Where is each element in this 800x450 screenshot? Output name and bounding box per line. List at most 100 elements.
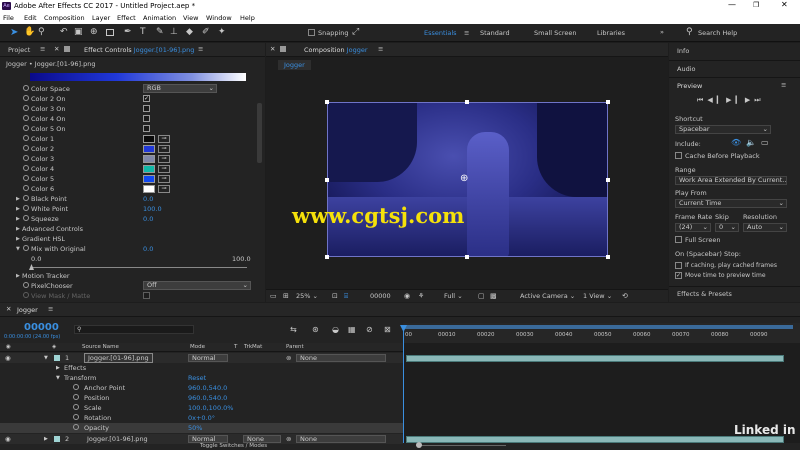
expand-arrow-icon[interactable]: ▶ (16, 196, 20, 202)
lock-icon[interactable] (64, 46, 70, 52)
layer-duration-bar[interactable] (406, 436, 784, 443)
property-value[interactable]: 100.0,100.0% (188, 404, 233, 412)
menu-effect[interactable]: Effect (117, 14, 136, 22)
resize-handle[interactable] (465, 255, 469, 259)
include-video-icon[interactable]: 👁 (731, 138, 741, 147)
color-5-on-checkbox[interactable] (143, 125, 150, 132)
eyedropper-icon[interactable]: ⊸ (158, 165, 170, 173)
snap-options-icon[interactable]: ⤢ (352, 27, 359, 37)
stopwatch-icon[interactable] (23, 105, 29, 111)
menu-file[interactable]: File (3, 14, 14, 22)
pan-behind-tool-icon[interactable]: ⊕ (90, 27, 98, 37)
audio-tab[interactable]: Audio (677, 65, 695, 73)
parent-dropdown[interactable]: None (296, 435, 386, 443)
collapse-arrow-icon[interactable]: ▼ (44, 355, 48, 361)
scrollbar[interactable] (257, 103, 262, 163)
column-mode[interactable]: Mode (190, 344, 205, 350)
views-dropdown[interactable]: 1 View ⌄ (583, 292, 612, 300)
eyedropper-icon[interactable]: ⊸ (158, 175, 170, 183)
menu-edit[interactable]: Edit (24, 14, 37, 22)
column-source-name[interactable]: Source Name (82, 344, 119, 350)
previous-frame-icon[interactable]: ◀▎ (707, 96, 726, 104)
range-dropdown[interactable]: Work Area Extended By Current... (675, 176, 787, 185)
workspace-essentials-menu-icon[interactable]: ≡ (464, 29, 469, 37)
search-icon[interactable]: ⚲ (686, 27, 693, 37)
layer-duration-bar[interactable] (406, 355, 784, 362)
stopwatch-icon[interactable] (73, 414, 79, 420)
mix-slider-track[interactable] (31, 267, 247, 268)
eraser-tool-icon[interactable]: ◆ (186, 27, 193, 37)
pen-tool-icon[interactable]: ✒ (124, 27, 132, 37)
if-caching-checkbox[interactable] (675, 262, 682, 269)
resize-handle[interactable] (606, 100, 610, 104)
resize-handle[interactable] (606, 255, 610, 259)
workspace-overflow-icon[interactable]: » (660, 28, 664, 36)
property-row[interactable]: Position 960.0,540.0 (0, 393, 403, 403)
menu-layer[interactable]: Layer (92, 14, 110, 22)
safe-zones-icon[interactable]: ⊡ (332, 292, 338, 300)
comp-sub-tab[interactable]: Jogger (278, 60, 311, 70)
expand-arrow-icon[interactable]: ▶ (16, 216, 20, 222)
property-row[interactable]: Anchor Point 960.0,540.0 (0, 383, 403, 393)
hand-tool-icon[interactable]: ✋ (24, 27, 35, 37)
collapse-arrow-icon[interactable]: ▼ (16, 246, 20, 252)
snapping-checkbox[interactable] (308, 29, 315, 36)
eye-icon[interactable]: ◉ (5, 435, 11, 443)
current-time-display[interactable]: 00000 (24, 322, 59, 333)
first-frame-icon[interactable]: ⏮ (697, 96, 707, 104)
mode-dropdown[interactable]: Normal (188, 354, 228, 362)
mode-dropdown[interactable]: Normal (188, 435, 228, 443)
time-ruler[interactable]: 00 00010 00020 00030 00040 00050 00060 00070 000… (403, 323, 800, 343)
stopwatch-icon[interactable] (73, 394, 79, 400)
workspace-small-screen[interactable]: Small Screen (534, 29, 576, 37)
layer-row[interactable]: ◉ ▼ 1 Jogger.[01-96].png Normal ⊚ None (0, 353, 403, 363)
camera-dropdown[interactable]: Active Camera ⌄ (520, 292, 575, 300)
minimize-icon[interactable]: — (728, 0, 736, 9)
brush-tool-icon[interactable]: ✎ (156, 27, 164, 37)
skip-dropdown[interactable]: 0 ⌄ (715, 223, 739, 232)
parent-pickwhip-icon[interactable]: ⊚ (286, 435, 291, 443)
eyedropper-icon[interactable]: ⊸ (158, 155, 170, 163)
color-3-on-checkbox[interactable] (143, 105, 150, 112)
draft-3d-icon[interactable]: ⊛ (312, 325, 319, 334)
workspace-essentials[interactable]: Essentials (424, 29, 457, 37)
rotate-tool-icon[interactable]: ↶ (60, 27, 68, 37)
stopwatch-icon[interactable] (23, 155, 29, 161)
info-tab[interactable]: Info (677, 47, 689, 55)
stopwatch-icon[interactable] (23, 115, 29, 121)
timeline-zoom-handle[interactable] (416, 442, 422, 448)
close-icon[interactable]: ✕ (781, 0, 788, 9)
color-swatch[interactable] (143, 175, 155, 183)
color-4-on-checkbox[interactable] (143, 115, 150, 122)
stopwatch-icon[interactable] (23, 145, 29, 151)
region-icon[interactable]: ⊞ (283, 292, 289, 300)
advanced-controls-row[interactable]: ▶ Advanced Controls (0, 224, 265, 234)
play-from-dropdown[interactable]: Current Time ⌄ (675, 199, 787, 208)
column-t[interactable]: T (234, 344, 237, 350)
timeline-search-input[interactable]: ⚲ (74, 325, 194, 334)
search-help-input[interactable]: Search Help (698, 29, 737, 37)
stopwatch-icon[interactable] (23, 135, 29, 141)
stopwatch-icon[interactable] (23, 282, 29, 288)
puppet-tool-icon[interactable]: ✦ (218, 27, 226, 37)
stopwatch-icon[interactable] (23, 215, 29, 221)
shortcut-dropdown[interactable]: Spacebar ⌄ (675, 125, 771, 134)
close-tab-icon[interactable]: ✕ (270, 45, 275, 53)
expand-arrow-icon[interactable]: ▶ (56, 365, 60, 371)
resize-handle[interactable] (325, 178, 329, 182)
property-value[interactable]: 960.0,540.0 (188, 384, 227, 392)
selection-tool-icon[interactable]: ➤ (10, 27, 18, 38)
stopwatch-icon[interactable] (23, 185, 29, 191)
shy-layers-icon[interactable]: ◒ (332, 325, 339, 334)
layer-name[interactable]: Jogger.[01-96].png (84, 353, 153, 363)
maximize-icon[interactable]: ❐ (753, 1, 759, 9)
clone-stamp-tool-icon[interactable]: ⊥ (170, 27, 178, 37)
expand-arrow-icon[interactable]: ▶ (16, 273, 20, 279)
next-frame-icon[interactable]: ▎▶ (735, 96, 754, 104)
color-swatch[interactable] (143, 165, 155, 173)
menu-help[interactable]: Help (240, 14, 255, 22)
stopwatch-icon[interactable] (23, 125, 29, 131)
stopwatch-icon[interactable] (23, 85, 29, 91)
zoom-tool-icon[interactable]: ⚲ (38, 27, 45, 37)
toggle-switches-modes[interactable]: Toggle Switches / Modes (200, 443, 267, 449)
